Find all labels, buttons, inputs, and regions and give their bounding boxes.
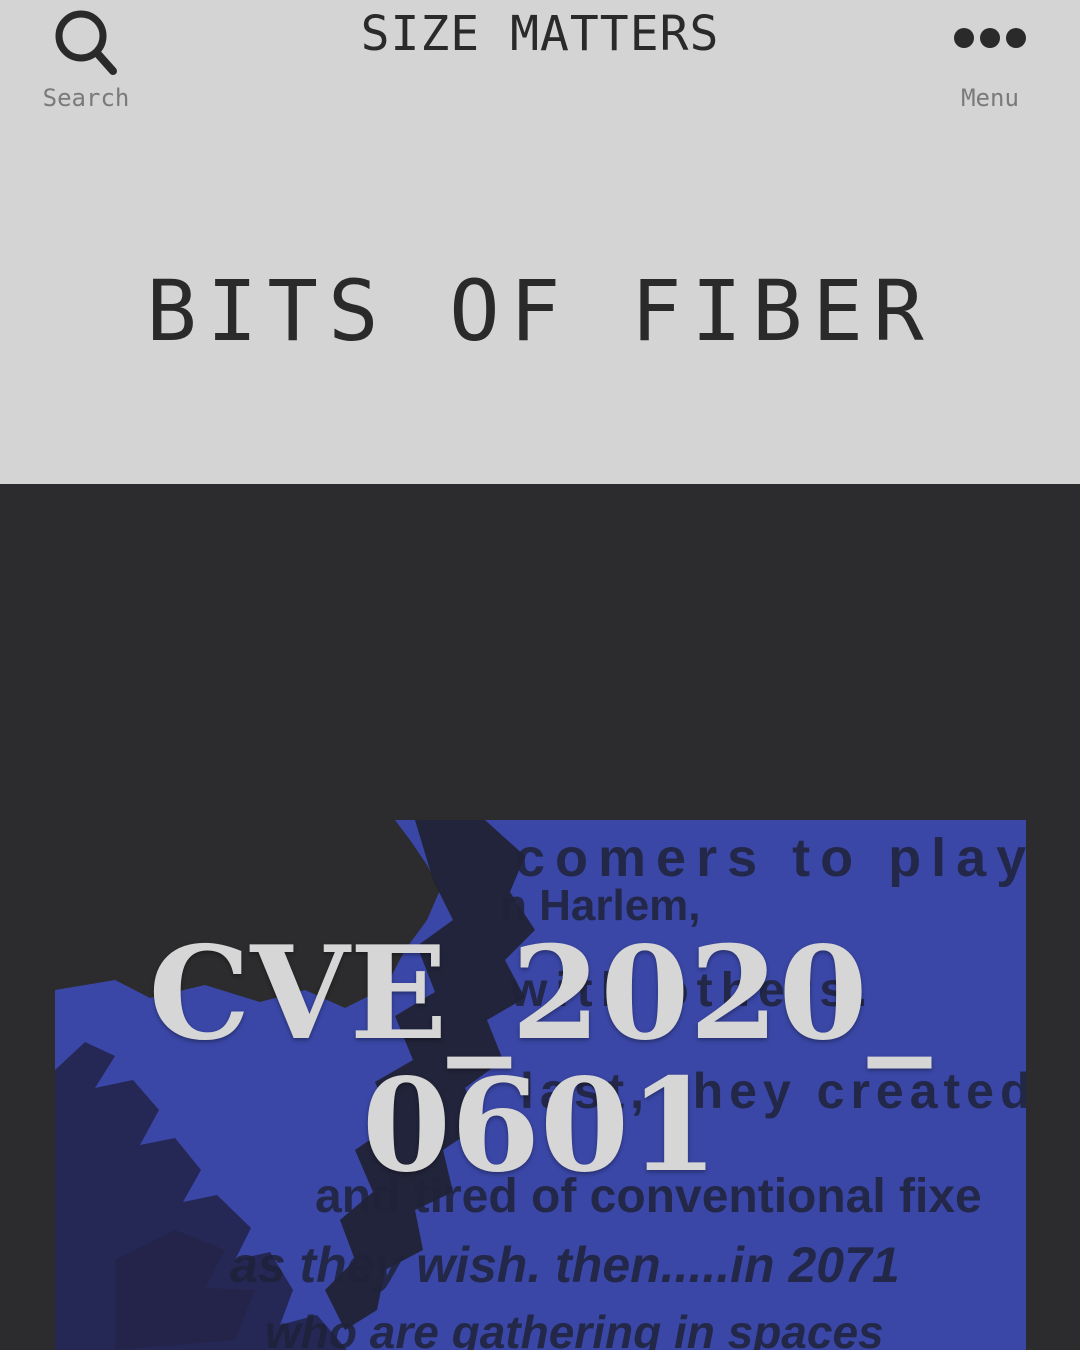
collage-text-line: comers to play, bbox=[515, 828, 1026, 888]
menu-toggle[interactable]: Menu bbox=[938, 4, 1042, 116]
site-header: Search SIZE MATTERS Menu BITS OF FIBER bbox=[0, 0, 1080, 484]
site-title[interactable]: SIZE MATTERS bbox=[240, 6, 840, 62]
featured-post-title-line: 0601 bbox=[361, 1051, 719, 1201]
menu-label: Menu bbox=[961, 84, 1019, 112]
search-icon bbox=[55, 10, 117, 75]
featured-post: comers to play, n Harlem, with others. l… bbox=[0, 484, 1080, 1350]
page-title: BITS OF FIBER bbox=[146, 262, 934, 360]
search-toggle[interactable]: Search bbox=[30, 4, 142, 116]
collage-text-line: as they wish. then.....in 2071 bbox=[230, 1237, 900, 1293]
ellipsis-icon bbox=[954, 28, 1026, 48]
featured-post-title-line: CVE_2020_ bbox=[148, 919, 932, 1069]
search-label: Search bbox=[42, 84, 130, 112]
collage-text-line: who are gathering in spaces bbox=[265, 1306, 884, 1350]
featured-post-title[interactable]: CVE_2020_ 0601 bbox=[0, 928, 1080, 1192]
